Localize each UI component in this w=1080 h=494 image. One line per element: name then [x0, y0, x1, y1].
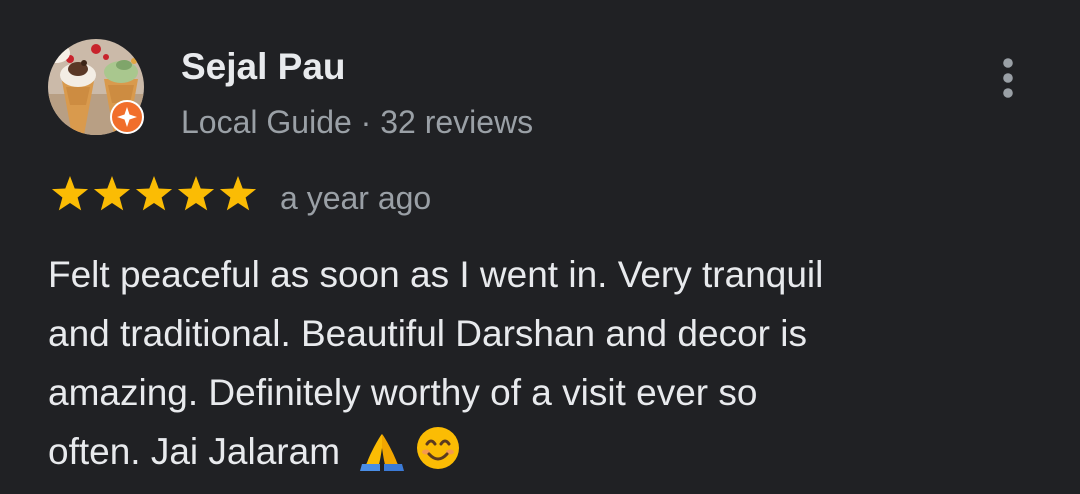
review-text-line: and traditional. Beautiful Darshan and d…	[48, 313, 807, 354]
review-text: Felt peaceful as soon as I went in. Very…	[48, 245, 1048, 481]
folded-hands-emoji	[360, 434, 405, 471]
author-meta: Local Guide · 32 reviews	[181, 104, 534, 140]
review-text-last-line: often. Jai Jalaram	[48, 422, 1048, 481]
star-icon	[219, 176, 257, 211]
review-text-line: Felt peaceful as soon as I went in. Very…	[48, 254, 824, 295]
more-options-button[interactable]	[984, 50, 1032, 106]
smiling-face-emoji	[417, 427, 460, 469]
author-name[interactable]: Sejal Pau	[181, 44, 346, 90]
review-time: a year ago	[280, 180, 432, 216]
local-guide-star-icon	[110, 100, 144, 134]
author-avatar[interactable]	[48, 39, 144, 135]
more-vert-icon	[1003, 58, 1013, 98]
star-icon	[93, 176, 131, 211]
star-icon	[51, 176, 89, 211]
star-icon	[135, 176, 173, 211]
review-text-line: amazing. Definitely worthy of a visit ev…	[48, 372, 758, 413]
star-icon	[177, 176, 215, 211]
star-rating	[48, 173, 258, 217]
review-text-line: often. Jai Jalaram	[48, 431, 351, 472]
